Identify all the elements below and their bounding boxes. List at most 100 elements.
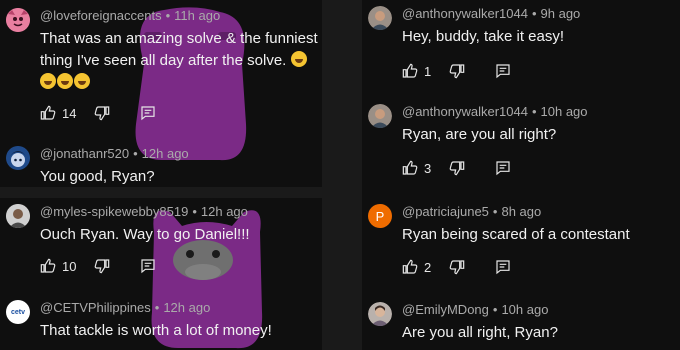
blue-anime-avatar-icon[interactable] xyxy=(6,146,30,170)
comment-time[interactable]: 12h ago xyxy=(142,146,189,161)
like-button[interactable]: 10 xyxy=(40,258,76,274)
comment-item: cetv @CETVPhilippines • 12h ago That tackl… xyxy=(6,300,316,344)
rofl-emoji-icon xyxy=(74,73,90,89)
comment-actions: 14 xyxy=(40,104,174,122)
comment-item: @myles-spikewebby8519 • 12h ago Ouch Ryan.… xyxy=(6,204,316,284)
comments-panel-left-top: @loveforeignaccents • 11h ago That was an … xyxy=(0,0,322,187)
like-button[interactable]: 14 xyxy=(40,105,76,121)
comment-actions: 1 xyxy=(402,62,529,80)
comment-text: You good, Ryan? xyxy=(40,168,155,185)
comment-item: @EmilyMDong • 10h ago Are you all right, R… xyxy=(368,302,674,346)
comment-reply-icon xyxy=(496,260,510,275)
like-count: 14 xyxy=(62,105,77,121)
comment-meta: @myles-spikewebby8519 • 12h ago xyxy=(40,204,248,220)
comment-text-line: That was an amazing solve & the funniest xyxy=(40,30,318,47)
thumbs-down-icon xyxy=(449,260,465,275)
separator-dot: • xyxy=(192,204,197,219)
avatar-letter: P xyxy=(375,208,385,224)
comment-reply-icon xyxy=(141,259,156,274)
comments-panel-left-bottom: @myles-spikewebby8519 • 12h ago Ouch Ryan.… xyxy=(0,198,322,350)
person-photo-avatar-icon[interactable] xyxy=(368,302,392,326)
comment-actions: 10 xyxy=(40,257,174,275)
thumbs-down-icon xyxy=(95,106,110,121)
thumbs-up-icon xyxy=(40,258,56,273)
person-photo-avatar-icon[interactable] xyxy=(6,204,30,228)
comment-text: That was an amazing solve & the funniest… xyxy=(40,28,318,94)
comment-reply-icon xyxy=(496,64,510,79)
smiling-emoji-icon xyxy=(290,51,307,67)
emoji-row xyxy=(40,72,318,94)
separator-dot: • xyxy=(165,8,171,23)
separator-dot: • xyxy=(531,104,537,119)
comment-meta: @patriciajune5 • 8h ago xyxy=(402,204,541,220)
comment-item: @jonathanr520 • 12h ago You good, Ryan? xyxy=(6,146,316,186)
comment-time[interactable]: 9h ago xyxy=(541,6,581,21)
comment-time[interactable]: 10h ago xyxy=(541,104,588,119)
comment-text: Are you all right, Ryan? xyxy=(402,324,558,341)
like-count: 2 xyxy=(424,259,432,275)
reply-button[interactable] xyxy=(495,160,511,176)
comment-time[interactable]: 10h ago xyxy=(501,302,548,317)
comment-text: Hey, buddy, take it easy! xyxy=(402,28,565,45)
thumbs-up-icon xyxy=(40,105,56,120)
comment-meta: @anthonywalker1044 • 9h ago xyxy=(402,6,580,22)
comment-time[interactable]: 11h ago xyxy=(174,8,220,23)
comment-author[interactable]: @patriciajune5 xyxy=(402,204,489,219)
reply-button[interactable] xyxy=(495,259,511,275)
comment-actions: 3 xyxy=(402,159,529,177)
dislike-button[interactable] xyxy=(449,160,465,176)
thumbs-up-icon xyxy=(402,63,418,78)
reply-button[interactable] xyxy=(140,105,156,121)
comment-author[interactable]: @jonathanr520 xyxy=(40,146,129,161)
person-photo-avatar-icon[interactable] xyxy=(368,104,392,128)
reply-button[interactable] xyxy=(140,258,156,274)
comment-author[interactable]: @myles-spikewebby8519 xyxy=(40,204,188,219)
separator-dot: • xyxy=(154,300,160,315)
separator-dot: • xyxy=(531,6,537,21)
comment-author[interactable]: @anthonywalker1044 xyxy=(402,6,528,21)
comment-item: P @patriciajune5 • 8h ago Ryan being scare… xyxy=(368,204,674,284)
reply-button[interactable] xyxy=(495,63,511,79)
comment-text: Ryan, are you all right? xyxy=(402,126,557,143)
comment-meta: @loveforeignaccents • 11h ago xyxy=(40,8,220,24)
comment-actions: 2 xyxy=(402,258,529,276)
comment-meta: @CETVPhilippines • 12h ago xyxy=(40,300,210,316)
comment-author[interactable]: @loveforeignaccents xyxy=(40,8,162,23)
separator-dot: • xyxy=(492,204,498,219)
comment-meta: @jonathanr520 • 12h ago xyxy=(40,146,189,162)
like-button[interactable]: 1 xyxy=(402,63,431,79)
comment-time[interactable]: 12h ago xyxy=(163,300,210,315)
comment-time[interactable]: 12h ago xyxy=(201,204,248,219)
separator-dot: • xyxy=(492,302,498,317)
letter-avatar[interactable]: P xyxy=(368,204,392,228)
comment-author[interactable]: @CETVPhilippines xyxy=(40,300,151,315)
comment-item: @anthonywalker1044 • 10h ago Ryan, are you… xyxy=(368,104,674,184)
comment-time[interactable]: 8h ago xyxy=(501,204,541,219)
dislike-button[interactable] xyxy=(449,63,465,79)
like-button[interactable]: 3 xyxy=(402,160,431,176)
like-button[interactable]: 2 xyxy=(402,259,431,275)
comment-reply-icon xyxy=(141,106,156,121)
comment-text-line: thing I've seen all day after the solve. xyxy=(40,52,287,69)
like-count: 10 xyxy=(62,258,77,274)
rofl-emoji-icon xyxy=(57,73,73,89)
thumbs-down-icon xyxy=(449,161,465,176)
comment-item: @loveforeignaccents • 11h ago That was an … xyxy=(6,8,318,128)
pink-character-avatar-icon[interactable] xyxy=(6,8,30,32)
comment-reply-icon xyxy=(496,161,510,176)
like-count: 1 xyxy=(424,63,432,79)
person-photo-avatar-icon[interactable] xyxy=(368,6,392,30)
comments-panel-right: @anthonywalker1044 • 9h ago Hey, buddy, ta… xyxy=(362,0,680,350)
comment-text: Ryan being scared of a contestant xyxy=(402,226,630,243)
comment-author[interactable]: @anthonywalker1044 xyxy=(402,104,528,119)
cetv-logo-text: cetv xyxy=(10,308,25,316)
dislike-button[interactable] xyxy=(94,105,110,121)
comment-text: Ouch Ryan. Way to go Daniel!!! xyxy=(40,226,250,243)
cetv-logo-avatar[interactable]: cetv xyxy=(6,300,30,324)
thumbs-down-icon xyxy=(449,64,465,79)
dislike-button[interactable] xyxy=(94,258,110,274)
thumbs-up-icon xyxy=(402,160,418,175)
comment-text: That tackle is worth a lot of money! xyxy=(40,322,272,339)
dislike-button[interactable] xyxy=(449,259,465,275)
comment-author[interactable]: @EmilyMDong xyxy=(402,302,489,317)
